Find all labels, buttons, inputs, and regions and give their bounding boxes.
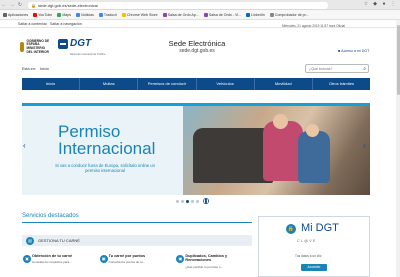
license-icon: ▤	[26, 236, 34, 245]
search-icon[interactable]: ⌕	[363, 66, 366, 72]
profile-icon[interactable]: ●	[381, 1, 387, 7]
browser-toolbar: ← → ↻ 🔒 sede.dgt.gob.es/sede-electronica…	[0, 0, 400, 10]
lock-icon: 🔒	[31, 2, 36, 8]
skip-content-link[interactable]: Saltar a contenido	[18, 22, 47, 26]
mi-dgt-text: Tus datos a un clic	[295, 254, 322, 258]
child-face	[306, 124, 319, 137]
bookmark-ordo-vi[interactable]: Salsa de Ordo - Vi...	[203, 12, 241, 17]
site-header: GOBIERNO DE ESPAÑA MINISTERIO DEL INTERI…	[0, 28, 400, 62]
pause-icon[interactable]: ❚❚	[203, 198, 209, 204]
forward-icon[interactable]: →	[8, 1, 16, 9]
dgt-logo-text: DGT	[70, 38, 92, 49]
bookmark-youtube[interactable]: YouTube	[33, 12, 52, 17]
maps-icon	[57, 12, 62, 17]
bookmark-icon	[203, 12, 208, 17]
service-obtencion[interactable]: ▣ Obtención de tu carné Consulta tus req…	[22, 254, 99, 277]
access-mydgt-link[interactable]: ■ Acceso a mi DGT	[338, 49, 369, 53]
bookmark-linkedin[interactable]: LinkedIn	[246, 12, 265, 17]
page-title: Sede Electrónica	[168, 39, 226, 48]
nav-item-multas[interactable]: Multas	[80, 78, 139, 90]
clave-logo: CL@VE	[297, 238, 317, 243]
breadcrumb: Está en: Inicio	[22, 67, 49, 71]
webstore-icon	[121, 12, 126, 17]
service-icon: ▣	[99, 255, 108, 263]
carousel-dot[interactable]	[181, 199, 184, 203]
manage-license-bar[interactable]: ▤ GESTIONA TU CARNÉ	[22, 235, 252, 246]
search-placeholder: ¿Qué buscas?	[309, 66, 333, 71]
bookmark-maps[interactable]: Maps	[57, 12, 71, 17]
bookmark-ordo-app[interactable]: Salsa de Ordo Ap...	[162, 12, 199, 17]
bookmark-translate[interactable]: Traducir	[98, 12, 117, 17]
scrollbar-thumb[interactable]	[396, 25, 400, 95]
browser-actions: ☆ ◆ ● ⋮	[363, 1, 396, 7]
nav-item-vehiculos[interactable]: Vehículos	[197, 78, 255, 90]
carousel-dots: ❚❚	[176, 198, 209, 204]
lock-icon: 🔒	[286, 224, 296, 234]
hero-title: Permiso Internacional	[58, 122, 156, 158]
star-icon[interactable]: ☆	[363, 1, 369, 7]
bookmark-news[interactable]: Noticias	[76, 12, 94, 17]
woman-figure	[263, 121, 303, 181]
apps-icon	[3, 12, 7, 17]
access-button[interactable]: Acceder	[301, 264, 327, 271]
coat-of-arms-icon	[20, 42, 25, 52]
bookmarks-bar: Aplicaciones YouTube Maps Noticias Tradu…	[0, 10, 400, 20]
extension-icon[interactable]: ◆	[372, 1, 378, 7]
carousel-dot[interactable]	[191, 199, 194, 203]
breadcrumb-home-link[interactable]: Inicio	[40, 67, 49, 71]
service-icon: ▣	[23, 255, 31, 263]
carousel-prev-icon[interactable]: ‹	[23, 140, 29, 152]
nav-item-otros[interactable]: Otros trámites	[313, 78, 370, 90]
carousel-dot[interactable]	[176, 199, 179, 203]
services-divider	[22, 222, 252, 223]
service-icon: ▣	[176, 255, 185, 263]
reload-icon[interactable]: ↻	[16, 1, 24, 9]
mi-dgt-title: Mi DGT	[301, 222, 339, 234]
woman-face	[273, 114, 288, 129]
carousel-dot-active[interactable]	[186, 199, 189, 203]
menu-icon[interactable]: ⋮	[390, 1, 396, 7]
address-bar[interactable]: 🔒 sede.dgt.gob.es/sede-electronica/	[28, 1, 328, 9]
manage-license-label: GESTIONA TU CARNÉ	[38, 238, 80, 243]
services-list: ▣ Obtención de tu carné Consulta tus req…	[22, 254, 252, 277]
carousel-dot[interactable]	[196, 199, 199, 203]
dgt-logo[interactable]: DGT	[58, 38, 91, 49]
linkedin-icon	[246, 12, 251, 17]
dgt-mark-icon	[58, 38, 68, 49]
page-scrollbar[interactable]	[396, 20, 400, 277]
service-duplicados[interactable]: ▣ Duplicados, Cambios y Renovaciones ¿Ha…	[175, 254, 252, 277]
bookmark-icon	[162, 12, 167, 17]
services-title: Servicios destacados	[22, 213, 79, 219]
breadcrumb-label: Está en:	[22, 67, 36, 71]
nav-item-inicio[interactable]: Inicio	[22, 78, 81, 90]
gobierno-logo-text: GOBIERNO DE ESPAÑA MINISTERIO DEL INTERI…	[26, 38, 50, 54]
breadcrumb-row: Está en: Inicio ¿Qué buscas? ⌕	[0, 62, 400, 76]
mi-dgt-panel: 🔒 Mi DGT CL@VE Tus datos a un clic Acced…	[258, 216, 370, 277]
skip-nav-link[interactable]: Saltar a navegación	[50, 22, 82, 26]
carousel-next-icon[interactable]: ›	[363, 140, 369, 152]
hero-text: Si vas a conducir fuera de Europa, solic…	[55, 163, 155, 174]
main-navigation: Inicio Multas Permisos de conducir Vehíc…	[22, 78, 370, 90]
user-icon: ■	[338, 49, 341, 53]
service-puntos[interactable]: ▣ Tu carné por puntos Consulta los punto…	[99, 254, 176, 277]
translate-icon	[98, 12, 103, 17]
hero-banner[interactable]: Permiso Internacional Si vas a conducir …	[22, 103, 370, 195]
gobierno-logo[interactable]: GOBIERNO DE ESPAÑA MINISTERIO DEL INTERI…	[20, 38, 50, 56]
hero-image	[183, 106, 370, 195]
bookmark-apps[interactable]: Aplicaciones	[3, 12, 28, 17]
bookmark-webstore[interactable]: Chrome Web Store	[121, 12, 158, 17]
search-input[interactable]: ¿Qué buscas? ⌕	[305, 64, 369, 73]
nav-item-permisos[interactable]: Permisos de conducir	[138, 78, 197, 90]
dgt-subtitle: Dirección General de Tráfico	[70, 52, 106, 56]
car-shape	[193, 128, 273, 183]
youtube-icon	[33, 12, 38, 17]
bookmark-comprobador[interactable]: Comprobador de pr...	[269, 12, 309, 17]
url-text: sede.dgt.gob.es/sede-electronica/	[37, 2, 99, 8]
back-icon[interactable]: ←	[0, 1, 8, 9]
news-icon	[76, 12, 81, 17]
nav-item-movilidad[interactable]: Movilidad	[255, 78, 313, 90]
child-figure	[298, 131, 330, 183]
site-url: sede.dgt.gob.es	[179, 48, 215, 54]
bookmark-icon	[269, 12, 274, 17]
